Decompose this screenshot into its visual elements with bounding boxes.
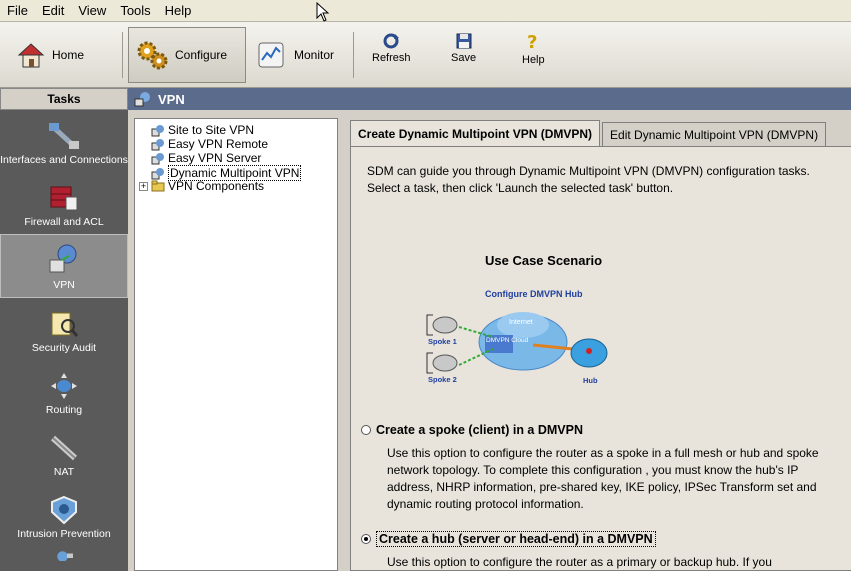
vpn-node-icon [151, 138, 164, 150]
help-question-icon: ? [527, 32, 537, 52]
spoke-option-description: Use this option to configure the router … [387, 446, 819, 511]
help-label: Help [522, 54, 545, 66]
security-audit-icon [51, 312, 79, 337]
tree-panel: Site to Site VPN Easy VPN Remote Easy VP… [128, 110, 344, 571]
configure-button[interactable]: Configure [128, 27, 246, 83]
folder-icon [151, 180, 165, 192]
menu-bar: File Edit View Tools Help [0, 0, 851, 22]
intro-text: SDM can guide you through Dynamic Multip… [367, 164, 810, 195]
tree-label: Site to Site VPN [168, 123, 255, 137]
tree-item-easy-vpn-remote[interactable]: Easy VPN Remote [151, 137, 268, 151]
tab-content: SDM can guide you through Dynamic Multip… [350, 146, 851, 571]
spoke2-router-icon [432, 354, 458, 372]
vpn-icon [49, 244, 77, 273]
intrusion-prevention-icon [51, 495, 77, 525]
dmvpn-diagram: Configure DMVPN Hub Internet DMVPN Cloud… [426, 289, 608, 385]
spoke2-label: Spoke 2 [428, 375, 457, 384]
task-label: Security Audit [31, 342, 97, 354]
routing-icon [51, 373, 77, 399]
task-intrusion-prevention[interactable]: Intrusion Prevention [0, 484, 128, 546]
task-label: VPN [53, 279, 75, 291]
task-routing[interactable]: Routing [0, 360, 128, 422]
home-icon [17, 43, 45, 68]
task-nat[interactable]: NAT [0, 422, 128, 484]
refresh-icon [383, 33, 400, 49]
vpn-tree: Site to Site VPN Easy VPN Remote Easy VP… [134, 118, 338, 571]
tab-strip: Create Dynamic Multipoint VPN (DMVPN) Ed… [350, 120, 828, 148]
tree-label: Easy VPN Remote [168, 137, 269, 151]
menu-file[interactable]: File [0, 3, 35, 18]
interfaces-icon [49, 123, 79, 149]
internet-label: Internet [509, 319, 533, 326]
tasks-sidebar: Interfaces and Connections Firewall and … [0, 110, 128, 571]
hub-option-description: Use this option to configure the router … [387, 555, 772, 569]
task-label: Firewall and ACL [24, 216, 104, 228]
hub-option[interactable]: Create a hub (server or head-end) in a D… [361, 531, 656, 547]
vpn-node-icon [151, 167, 164, 179]
hub-option-label: Create a hub (server or head-end) in a D… [376, 531, 656, 547]
help-button[interactable]: ? Help [522, 32, 545, 66]
configure-label: Configure [175, 48, 228, 62]
expand-plus-icon[interactable]: + [139, 181, 148, 191]
main-panel: Create Dynamic Multipoint VPN (DMVPN) Ed… [344, 110, 851, 571]
refresh-label: Refresh [372, 52, 411, 64]
toolbar: Home Configure Monitor Refresh Save ? He… [0, 22, 851, 88]
tree-item-site-to-site[interactable]: Site to Site VPN [151, 123, 254, 137]
save-disk-icon [456, 33, 472, 49]
save-label: Save [451, 52, 477, 64]
tab-edit-dmvpn[interactable]: Edit Dynamic Multipoint VPN (DMVPN) [602, 122, 827, 146]
task-vpn[interactable]: VPN [0, 234, 128, 298]
nat-icon [50, 435, 78, 461]
use-case-title: Use Case Scenario [485, 253, 603, 268]
dmvpn-cloud-label: DMVPN Cloud [486, 337, 529, 344]
tree-item-vpn-components[interactable]: + VPN Components [139, 179, 264, 193]
task-label: Routing [45, 404, 83, 416]
menu-tools[interactable]: Tools [113, 3, 157, 18]
vpn-node-icon [151, 124, 164, 136]
task-interfaces[interactable]: Interfaces and Connections [0, 110, 128, 172]
spoke-option[interactable]: Create a spoke (client) in a DMVPN [361, 423, 583, 437]
home-label: Home [52, 48, 85, 62]
menu-view[interactable]: View [71, 3, 113, 18]
spoke-option-label: Create a spoke (client) in a DMVPN [376, 423, 584, 437]
monitor-button[interactable]: Monitor [250, 27, 340, 83]
home-button[interactable]: Home [10, 27, 90, 83]
task-label: Intrusion Prevention [17, 528, 111, 540]
monitor-label: Monitor [294, 48, 335, 62]
more-task-icon [57, 551, 73, 561]
toolbar-separator [122, 32, 123, 78]
monitor-icon [258, 42, 284, 68]
save-button[interactable]: Save [451, 32, 476, 64]
tab-create-dmvpn[interactable]: Create Dynamic Multipoint VPN (DMVPN) [350, 120, 601, 146]
spoke-radio[interactable] [361, 425, 371, 435]
firewall-icon [50, 186, 78, 211]
vpn-node-icon [151, 152, 164, 164]
spoke1-label: Spoke 1 [428, 337, 457, 346]
gears-icon [137, 41, 168, 70]
tree-label: Easy VPN Server [168, 151, 262, 165]
task-more[interactable] [0, 546, 128, 571]
hub-label: Hub [583, 376, 598, 385]
toolbar-separator [353, 32, 354, 78]
task-firewall[interactable]: Firewall and ACL [0, 172, 128, 234]
tasks-header: Tasks [0, 88, 128, 110]
menu-edit[interactable]: Edit [35, 3, 71, 18]
tree-item-easy-vpn-server[interactable]: Easy VPN Server [151, 151, 261, 165]
task-security-audit[interactable]: Security Audit [0, 298, 128, 360]
section-title: VPN [158, 91, 185, 107]
tree-label: VPN Components [168, 179, 265, 193]
refresh-button[interactable]: Refresh [372, 32, 411, 64]
menu-help[interactable]: Help [158, 3, 199, 18]
diagram-title: Configure DMVPN Hub [485, 289, 583, 299]
svg-text:?: ? [527, 32, 537, 52]
hub-radio[interactable] [361, 534, 371, 544]
task-label: Interfaces and Connections [0, 154, 128, 166]
mouse-cursor-icon [316, 2, 330, 22]
spoke1-router-icon [432, 316, 458, 334]
task-label: NAT [53, 466, 75, 478]
vpn-small-icon [134, 92, 150, 107]
section-header: VPN [128, 88, 851, 110]
